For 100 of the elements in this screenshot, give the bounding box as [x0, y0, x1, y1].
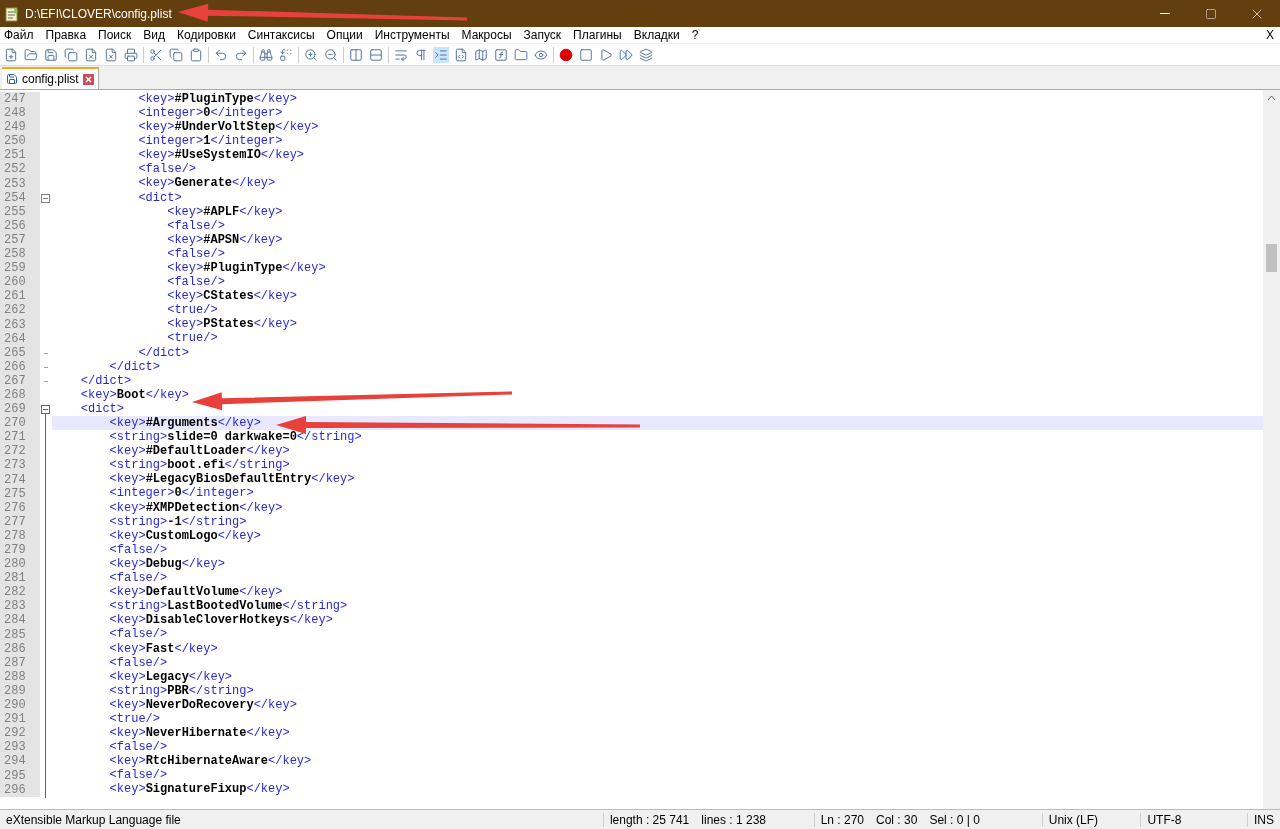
- code-line: <false/>: [166, 218, 225, 234]
- line-number: 271: [0, 430, 40, 445]
- code-line: <false/>: [166, 246, 225, 262]
- code-line: <string>LastBootedVolume</string>: [108, 599, 348, 614]
- file-tab[interactable]: config.plist: [2, 67, 99, 89]
- line-number: 261: [0, 289, 40, 304]
- line-number: 248: [0, 106, 40, 121]
- menu-item[interactable]: Синтаксисы: [247, 28, 315, 42]
- encoding: UTF-8: [1140, 812, 1247, 827]
- code-line: <key>Generate</key>: [137, 176, 276, 191]
- code-line: <false/>: [108, 768, 168, 783]
- paste-icon[interactable]: [188, 46, 204, 63]
- scrollbar-thumb[interactable]: [1266, 244, 1277, 272]
- indent-guide-icon[interactable]: [433, 46, 449, 63]
- menu-item[interactable]: Правка: [45, 28, 87, 42]
- menu-item[interactable]: Опции: [326, 28, 363, 42]
- vertical-scrollbar[interactable]: [1263, 90, 1280, 809]
- code-line: <key>#Arguments</key>: [108, 416, 261, 431]
- folder-icon[interactable]: [513, 46, 529, 63]
- line-number: 247: [0, 92, 40, 107]
- zoom-in-icon[interactable]: [303, 46, 319, 63]
- copy-icon[interactable]: [168, 46, 184, 63]
- code-line: <false/>: [108, 542, 168, 558]
- play-icon[interactable]: [598, 46, 614, 63]
- code-line: <key>DisableCloverHotkeys</key>: [108, 613, 333, 628]
- file-length: length : 25 741: [602, 812, 696, 827]
- code-line: <key>CStates</key>: [166, 289, 297, 304]
- code-line: <key>#PluginType</key>: [166, 260, 326, 276]
- code-line: <false/>: [108, 740, 168, 755]
- menu-item[interactable]: Поиск: [98, 28, 132, 42]
- cut-icon[interactable]: [148, 46, 164, 63]
- line-number: 260: [0, 275, 40, 290]
- close-icon[interactable]: [82, 73, 94, 85]
- map-icon[interactable]: [473, 46, 489, 63]
- code-line: <key>CustomLogo</key>: [108, 528, 261, 544]
- code-line: <key>#DefaultLoader</key>: [108, 444, 290, 459]
- line-number: 282: [0, 585, 40, 600]
- code-line: <string>slide=0 darkwake=0</string>: [108, 430, 362, 445]
- close-file-icon[interactable]: [83, 46, 99, 63]
- file-type: eXtensible Markup Language file: [5, 812, 182, 827]
- tab-label: config.plist: [22, 72, 79, 86]
- code-line: <key>SignatureFixup</key>: [108, 782, 290, 797]
- code-line: <key>Debug</key>: [108, 556, 225, 572]
- line-number: 279: [0, 543, 40, 558]
- code-line: <key>#PluginType</key>: [137, 91, 297, 107]
- find-icon[interactable]: [258, 46, 274, 63]
- menu-item[interactable]: Плагины: [573, 28, 622, 42]
- line-number: 284: [0, 613, 40, 628]
- code-line: </dict>: [137, 345, 189, 360]
- insert-mode: INS: [1247, 812, 1280, 827]
- line-number: 252: [0, 162, 40, 177]
- code-line: <false/>: [108, 571, 168, 586]
- minimize-icon: [1160, 13, 1170, 14]
- code-line: </dict>: [79, 373, 132, 389]
- selection-info: Sel : 0 | 0: [928, 812, 981, 827]
- code-line: <key>PStates</key>: [166, 317, 297, 332]
- code-line: <key>#LegacyBiosDefaultEntry</key>: [108, 472, 355, 487]
- line-number: 273: [0, 458, 40, 473]
- cursor-line: Ln : 270: [813, 812, 871, 827]
- menu-item[interactable]: Вид: [143, 28, 166, 42]
- stop-icon[interactable]: [578, 46, 594, 63]
- line-number: 281: [0, 571, 40, 586]
- new-file-icon[interactable]: [3, 46, 19, 63]
- maximize-icon: [1205, 7, 1217, 20]
- code-line: <key>NeverDoRecovery</key>: [108, 697, 297, 713]
- code-line: <integer>0</integer>: [137, 105, 283, 121]
- menu-item[interactable]: Макросы: [461, 28, 512, 42]
- code-line: <key>#APLF</key>: [166, 204, 283, 219]
- code-line: </dict>: [108, 359, 161, 375]
- menu-item[interactable]: Запуск: [523, 28, 562, 42]
- line-number: 269: [0, 402, 40, 417]
- code-line: <string>PBR</string>: [108, 683, 254, 699]
- code-line: <key>#UnderVoltStep</key>: [137, 120, 319, 135]
- print-icon[interactable]: [123, 46, 139, 63]
- line-number: 290: [0, 698, 40, 713]
- save-icon[interactable]: [43, 46, 59, 63]
- code-line: <false/>: [108, 655, 168, 670]
- line-count: lines : 1 238: [700, 812, 767, 827]
- code-line: <dict>: [79, 401, 125, 417]
- zoom-out-icon[interactable]: [323, 46, 339, 63]
- code-line: <string>-1</string>: [108, 514, 247, 530]
- line-number: 250: [0, 134, 40, 149]
- line-number: 291: [0, 712, 40, 727]
- code-line: <key>#UseSystemIO</key>: [137, 148, 305, 163]
- code-line: <key>Legacy</key>: [108, 669, 233, 685]
- line-number: 259: [0, 261, 40, 276]
- code-line: <key>RtcHibernateAware</key>: [108, 754, 312, 769]
- record-icon[interactable]: [558, 46, 574, 63]
- open-folder-icon[interactable]: [23, 46, 39, 63]
- code-line: <dict>: [137, 190, 182, 205]
- fold-collapse-icon[interactable]: [41, 193, 50, 203]
- function-list-icon[interactable]: [493, 46, 509, 63]
- menu-item[interactable]: ?: [691, 28, 699, 42]
- cursor-column: Col : 30: [870, 812, 924, 827]
- menu-item[interactable]: Файл: [4, 28, 34, 42]
- code-line: <false/>: [137, 162, 197, 177]
- close-document-button[interactable]: X: [1266, 28, 1274, 42]
- menu-item[interactable]: Вкладки: [633, 28, 680, 42]
- menu-item[interactable]: Кодировки: [177, 28, 236, 42]
- menu-item[interactable]: Инструменты: [374, 28, 450, 42]
